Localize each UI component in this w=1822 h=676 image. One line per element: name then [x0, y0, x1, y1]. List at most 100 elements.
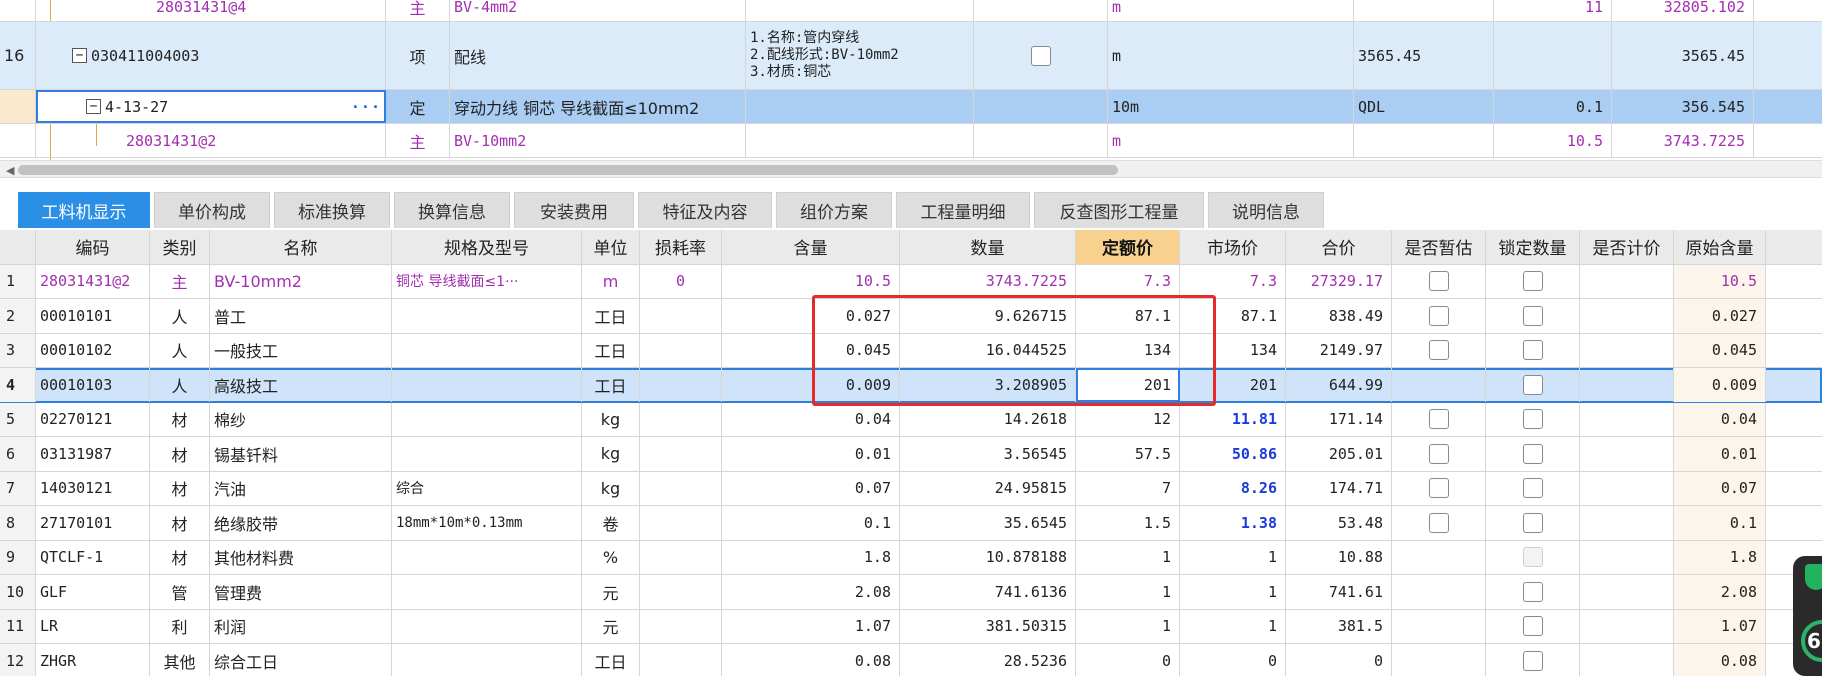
- unit-cell[interactable]: 工日: [582, 368, 640, 402]
- checkbox[interactable]: [1030, 45, 1051, 66]
- tab-conversion-info[interactable]: 换算信息: [394, 192, 510, 228]
- tab-standard-conversion[interactable]: 标准换算: [274, 192, 390, 228]
- horizontal-scrollbar[interactable]: ◀: [0, 160, 1822, 178]
- top-row-quota[interactable]: − 4-13-27 ··· 定 穿动力线 铜芯 导线截面≤10mm2 10m Q…: [0, 90, 1822, 124]
- type-cell[interactable]: 人: [150, 333, 210, 367]
- column-header[interactable]: 单位: [582, 230, 640, 264]
- content-cell[interactable]: 0.027: [722, 299, 900, 333]
- code-cell[interactable]: 00010101: [36, 299, 150, 333]
- column-header[interactable]: 含量: [722, 230, 900, 264]
- type-cell[interactable]: 其他: [150, 644, 210, 676]
- column-header[interactable]: 是否暂估: [1392, 230, 1486, 264]
- spec-cell[interactable]: [392, 575, 582, 609]
- market-price-cell[interactable]: 1: [1180, 575, 1286, 609]
- lock-quantity-checkbox[interactable]: [1522, 478, 1543, 499]
- content-cell[interactable]: 0.1: [722, 506, 900, 540]
- column-header[interactable]: 合价: [1286, 230, 1392, 264]
- collapse-icon[interactable]: −: [86, 99, 101, 114]
- loss-rate-cell[interactable]: [640, 299, 722, 333]
- market-price-cell[interactable]: 201: [1180, 368, 1286, 402]
- quota-price-cell[interactable]: 134: [1076, 333, 1180, 367]
- spec-cell[interactable]: [392, 402, 582, 436]
- unit-cell[interactable]: 工日: [582, 333, 640, 367]
- name-cell[interactable]: 普工: [210, 299, 392, 333]
- unit-cell[interactable]: kg: [582, 402, 640, 436]
- loss-rate-cell[interactable]: [640, 437, 722, 471]
- code-cell[interactable]: 03131987: [36, 437, 150, 471]
- quota-price-cell[interactable]: 7.3: [1076, 264, 1180, 298]
- tab-unit-price-composition[interactable]: 单价构成: [154, 192, 270, 228]
- lock-quantity-checkbox[interactable]: [1522, 512, 1543, 533]
- loss-rate-cell[interactable]: [640, 575, 722, 609]
- column-header[interactable]: 规格及型号: [392, 230, 582, 264]
- name-cell[interactable]: 绝缘胶带: [210, 506, 392, 540]
- type-cell[interactable]: 利: [150, 609, 210, 643]
- table-row[interactable]: 5 02270121 材 棉纱 kg 0.04 14.2618 12 11.81…: [0, 402, 1822, 437]
- quota-price-cell[interactable]: 1.5: [1076, 506, 1180, 540]
- scroll-left-icon[interactable]: ◀: [6, 164, 14, 177]
- code-cell[interactable]: QTCLF-1: [36, 540, 150, 574]
- column-header-quota-price[interactable]: 定额价: [1076, 230, 1180, 264]
- row-code-cell[interactable]: − 030411004003: [36, 22, 386, 89]
- type-cell[interactable]: 材: [150, 471, 210, 505]
- quota-price-cell[interactable]: 12: [1076, 402, 1180, 436]
- code-cell[interactable]: 28031431@2: [36, 264, 150, 298]
- lock-quantity-checkbox[interactable]: [1522, 409, 1543, 430]
- top-row-item[interactable]: 16 − 030411004003 项 配线 1.名称:管内穿线 2.配线形式:…: [0, 22, 1822, 90]
- name-cell[interactable]: 锡基钎料: [210, 437, 392, 471]
- column-header[interactable]: 数量: [900, 230, 1076, 264]
- unit-cell[interactable]: m: [582, 264, 640, 298]
- code-cell[interactable]: 02270121: [36, 402, 150, 436]
- loss-rate-cell[interactable]: [640, 540, 722, 574]
- market-price-cell[interactable]: 8.26: [1180, 471, 1286, 505]
- quantity-cell[interactable]: 14.2618: [900, 402, 1076, 436]
- table-row[interactable]: 4 00010103 人 高级技工 工日 0.009 3.208905 201 …: [0, 368, 1822, 403]
- scrollbar-thumb[interactable]: [18, 165, 1118, 175]
- provisional-checkbox[interactable]: [1428, 305, 1449, 326]
- unit-cell[interactable]: %: [582, 540, 640, 574]
- original-content-cell[interactable]: 0.009: [1674, 368, 1766, 402]
- loss-rate-cell[interactable]: [640, 333, 722, 367]
- table-row[interactable]: 6 03131987 材 锡基钎料 kg 0.01 3.56545 57.5 5…: [0, 437, 1822, 472]
- unit-cell[interactable]: kg: [582, 471, 640, 505]
- content-cell[interactable]: 1.07: [722, 609, 900, 643]
- provisional-checkbox[interactable]: [1428, 478, 1449, 499]
- lock-quantity-checkbox[interactable]: [1522, 271, 1543, 292]
- original-content-cell[interactable]: 0.08: [1674, 644, 1766, 676]
- tab-features-content[interactable]: 特征及内容: [638, 192, 772, 228]
- unit-cell[interactable]: 卷: [582, 506, 640, 540]
- quota-price-cell[interactable]: 87.1: [1076, 299, 1180, 333]
- original-content-cell[interactable]: 0.07: [1674, 471, 1766, 505]
- code-cell[interactable]: 14030121: [36, 471, 150, 505]
- lock-quantity-checkbox[interactable]: [1522, 443, 1543, 464]
- market-price-cell[interactable]: 1: [1180, 540, 1286, 574]
- unit-cell[interactable]: 工日: [582, 644, 640, 676]
- original-content-cell[interactable]: 2.08: [1674, 575, 1766, 609]
- market-price-cell[interactable]: 1.38: [1180, 506, 1286, 540]
- code-cell[interactable]: 27170101: [36, 506, 150, 540]
- market-price-cell[interactable]: 1: [1180, 609, 1286, 643]
- spec-cell[interactable]: 铜芯 导线截面≤1···: [392, 264, 582, 298]
- spec-cell[interactable]: 综合: [392, 471, 582, 505]
- table-row[interactable]: 2 00010101 人 普工 工日 0.027 9.626715 87.1 8…: [0, 299, 1822, 334]
- code-cell[interactable]: 00010103: [36, 368, 150, 402]
- content-cell[interactable]: 0.045: [722, 333, 900, 367]
- table-row[interactable]: 3 00010102 人 一般技工 工日 0.045 16.044525 134…: [0, 333, 1822, 368]
- original-content-cell[interactable]: 0.01: [1674, 437, 1766, 471]
- content-cell[interactable]: 0.04: [722, 402, 900, 436]
- content-cell[interactable]: 0.009: [722, 368, 900, 402]
- floating-widget[interactable]: 6(: [1793, 556, 1822, 676]
- loss-rate-cell[interactable]: [640, 609, 722, 643]
- original-content-cell[interactable]: 0.04: [1674, 402, 1766, 436]
- name-cell[interactable]: 一般技工: [210, 333, 392, 367]
- column-header[interactable]: 原始含量: [1674, 230, 1766, 264]
- name-cell[interactable]: 高级技工: [210, 368, 392, 402]
- market-price-cell[interactable]: 7.3: [1180, 264, 1286, 298]
- unit-cell[interactable]: kg: [582, 437, 640, 471]
- name-cell[interactable]: 棉纱: [210, 402, 392, 436]
- tab-labor-material-machine[interactable]: 工料机显示: [18, 192, 150, 228]
- quantity-cell[interactable]: 24.95815: [900, 471, 1076, 505]
- provisional-checkbox[interactable]: [1428, 409, 1449, 430]
- loss-rate-cell[interactable]: [640, 402, 722, 436]
- table-row[interactable]: 1 28031431@2 主 BV-10mm2 铜芯 导线截面≤1··· m 0…: [0, 264, 1822, 299]
